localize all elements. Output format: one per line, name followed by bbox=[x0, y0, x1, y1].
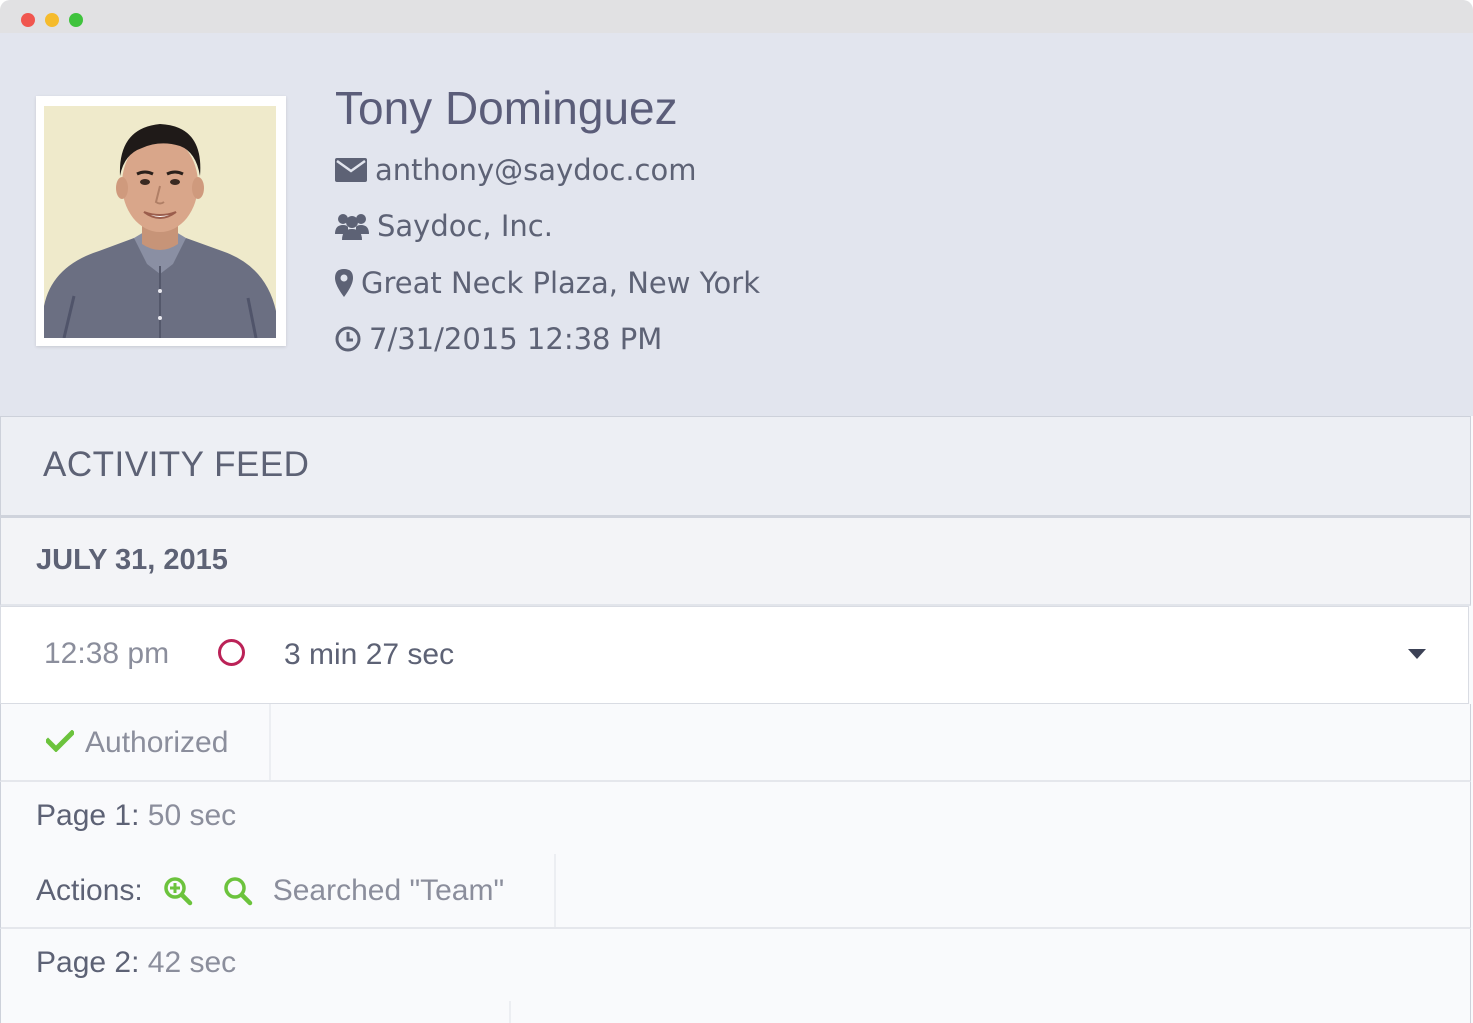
profile-company-row: Saydoc, Inc. bbox=[335, 209, 553, 243]
activity-feed-title: ACTIVITY FEED bbox=[43, 445, 310, 484]
profile-last-seen: 7/31/2015 12:38 PM bbox=[369, 322, 663, 356]
page-1-label: Page 1: bbox=[36, 799, 140, 832]
profile-name: Tony Dominguez bbox=[335, 82, 678, 134]
session-duration: 3 min 27 sec bbox=[284, 638, 455, 671]
profile-location: Great Neck Plaza, New York bbox=[361, 266, 760, 300]
auth-status-label: Authorized bbox=[85, 726, 229, 759]
search-icon[interactable] bbox=[223, 876, 253, 906]
search-action-text: Searched "Team" bbox=[272, 874, 505, 907]
session-time: 12:38 pm bbox=[44, 637, 170, 670]
caret-down-icon[interactable] bbox=[1408, 649, 1426, 659]
page-2-block: Page 2: 42 sec bbox=[0, 929, 1471, 1023]
session-row[interactable]: 12:38 pm 3 min 27 sec bbox=[0, 606, 1469, 704]
profile-photo bbox=[44, 106, 276, 338]
clock-icon bbox=[335, 326, 361, 352]
page-1-actions: Actions: Searched "Team" bbox=[36, 874, 504, 908]
profile-email-row: anthony@saydoc.com bbox=[335, 153, 696, 187]
check-icon bbox=[44, 729, 76, 757]
actions-label: Actions: bbox=[36, 874, 143, 907]
feed-date-row: JULY 31, 2015 bbox=[0, 518, 1471, 606]
auth-status-row: Authorized bbox=[0, 704, 1471, 782]
profile-location-row: Great Neck Plaza, New York bbox=[335, 266, 760, 300]
auth-status-cell: Authorized bbox=[1, 704, 271, 780]
page-2-divider bbox=[509, 1001, 511, 1023]
profile-email[interactable]: anthony@saydoc.com bbox=[375, 153, 696, 187]
close-window-button[interactable] bbox=[21, 13, 35, 27]
profile-company: Saydoc, Inc. bbox=[377, 209, 553, 243]
feed-date: JULY 31, 2015 bbox=[36, 544, 228, 576]
page-1-block: Page 1: 50 sec Actions: Searched "Team" bbox=[0, 782, 1471, 929]
window-titlebar bbox=[0, 0, 1473, 33]
profile-header: Tony Dominguez anthony@saydoc.com Saydoc… bbox=[0, 33, 1473, 416]
person-portrait bbox=[44, 106, 276, 338]
page-2-duration: 42 sec bbox=[147, 946, 237, 979]
profile-last-seen-row: 7/31/2015 12:38 PM bbox=[335, 322, 662, 356]
maximize-window-button[interactable] bbox=[69, 13, 83, 27]
map-marker-icon bbox=[335, 269, 353, 297]
page-1-summary: Page 1: 50 sec bbox=[36, 799, 236, 833]
session-status-circle-icon bbox=[218, 639, 245, 666]
page-1-duration: 50 sec bbox=[147, 799, 237, 832]
avatar bbox=[36, 96, 286, 346]
page-2-label: Page 2: bbox=[36, 946, 140, 979]
minimize-window-button[interactable] bbox=[45, 13, 59, 27]
zoom-in-icon[interactable] bbox=[163, 876, 193, 906]
actions-divider bbox=[554, 854, 556, 927]
activity-feed-header: ACTIVITY FEED bbox=[0, 416, 1471, 519]
envelope-icon bbox=[335, 158, 367, 182]
app-window: Tony Dominguez anthony@saydoc.com Saydoc… bbox=[0, 0, 1473, 1023]
page-2-summary: Page 2: 42 sec bbox=[36, 946, 236, 980]
users-icon bbox=[335, 212, 369, 240]
